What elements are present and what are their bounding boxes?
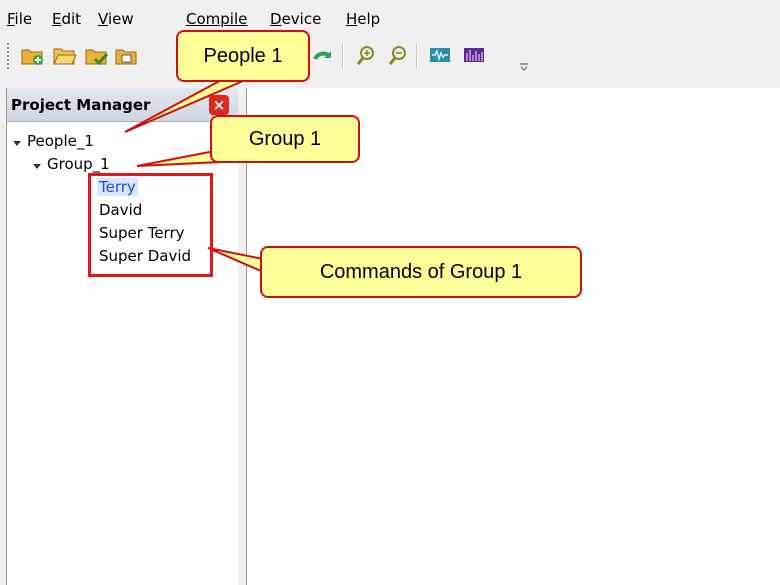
project-manager-header: Project Manager × — [7, 88, 239, 122]
menu-compile[interactable]: Compile — [186, 10, 247, 28]
menu-view[interactable]: View — [98, 10, 134, 28]
close-icon[interactable]: × — [209, 95, 229, 115]
toolbar-separator — [416, 44, 418, 68]
tree-group[interactable]: Group_1 — [47, 155, 110, 173]
commands-highlight-box — [88, 173, 213, 277]
redo-icon[interactable] — [309, 41, 337, 69]
new-project-icon[interactable] — [18, 41, 46, 69]
toolbar-separator — [342, 44, 344, 68]
expand-arrow-icon[interactable] — [33, 164, 41, 169]
menu-file[interactable]: File — [7, 10, 32, 28]
menu-edit[interactable]: Edit — [52, 10, 81, 28]
waveform-icon[interactable] — [426, 41, 454, 69]
menu-device[interactable]: Device — [270, 10, 321, 28]
zoom-in-icon[interactable] — [352, 41, 380, 69]
callout-people: People 1 — [176, 30, 310, 82]
menu-help[interactable]: Help — [346, 10, 380, 28]
toolbar-overflow-icon[interactable] — [518, 58, 530, 72]
save-project-icon[interactable] — [82, 41, 110, 69]
project-manager-panel: Project Manager × People_1 Group_1 Terry… — [6, 88, 240, 585]
spectrum-icon[interactable] — [460, 41, 488, 69]
callout-group: Group 1 — [210, 115, 360, 163]
zoom-out-icon[interactable] — [384, 41, 412, 69]
expand-arrow-icon[interactable] — [13, 141, 21, 146]
tree-root-people[interactable]: People_1 — [27, 132, 94, 150]
toolbar-grip[interactable] — [6, 42, 10, 70]
open-folder-icon[interactable] — [50, 41, 78, 69]
callout-commands: Commands of Group 1 — [260, 246, 582, 298]
save-as-icon[interactable] — [112, 41, 140, 69]
project-manager-title: Project Manager — [11, 96, 151, 114]
menu-bar: File Edit View Compile Device Help — [0, 0, 780, 32]
